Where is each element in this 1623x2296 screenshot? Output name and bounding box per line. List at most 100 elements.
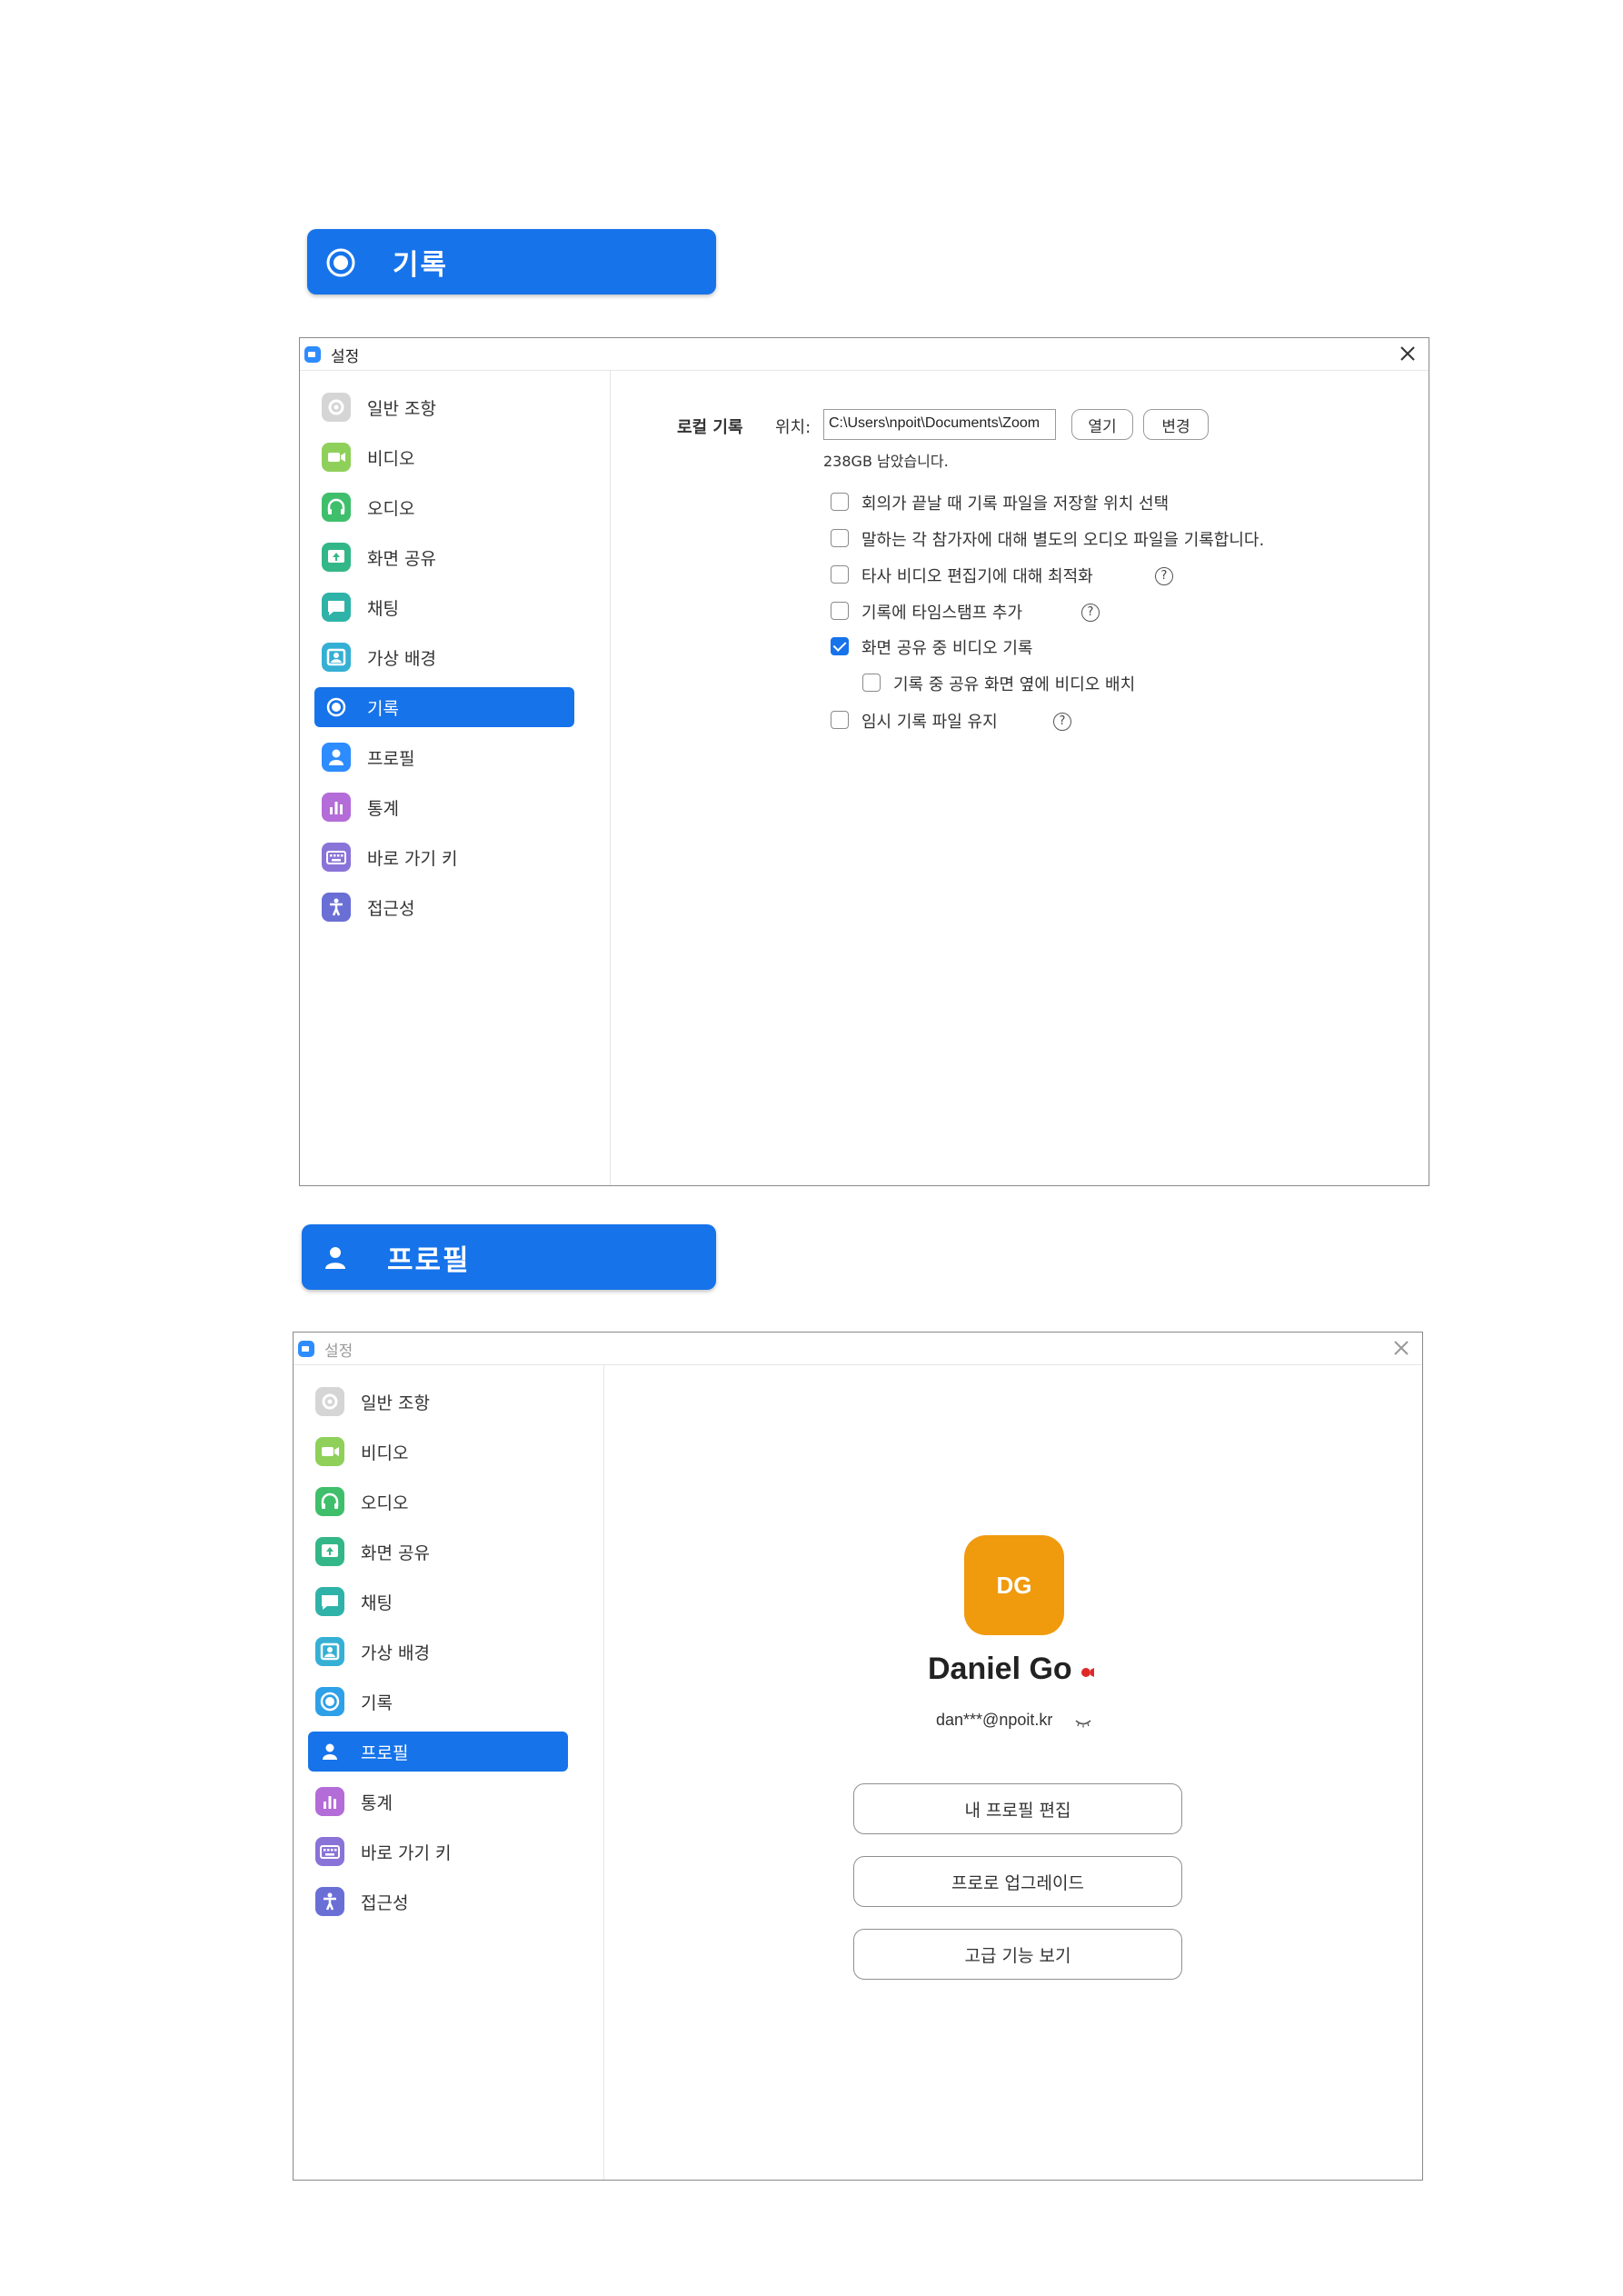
upgrade-pro-button[interactable]: 프로로 업그레이드 bbox=[853, 1856, 1182, 1907]
sidebar-item-video[interactable]: 비디오 bbox=[314, 437, 574, 477]
chat-icon bbox=[315, 1587, 344, 1616]
keyboard-icon bbox=[315, 1837, 344, 1866]
sidebar-item-label: 오디오 bbox=[367, 499, 415, 519]
sidebar-item-chat[interactable]: 채팅 bbox=[308, 1582, 568, 1622]
option-label: 임시 기록 파일 유지 bbox=[861, 713, 998, 732]
close-icon[interactable] bbox=[1398, 344, 1418, 364]
settings-sidebar: 일반 조항비디오오디오화면 공유채팅가상 배경기록프로필통계바로 가기 키접근성 bbox=[294, 1365, 604, 2180]
recording-option[interactable]: 회의가 끝날 때 기록 파일을 저장할 위치 선택 bbox=[831, 488, 1376, 515]
help-icon[interactable]: ? bbox=[1053, 713, 1071, 731]
option-label: 기록에 타임스탬프 추가 bbox=[861, 604, 1023, 623]
sidebar-item-share-screen[interactable]: 화면 공유 bbox=[308, 1532, 568, 1572]
record-icon bbox=[326, 248, 355, 277]
sidebar-item-label: 프로필 bbox=[367, 749, 415, 769]
sidebar-item-stats[interactable]: 통계 bbox=[314, 787, 574, 827]
sidebar-item-label: 화면 공유 bbox=[361, 1543, 430, 1563]
avatar[interactable]: DG bbox=[964, 1535, 1064, 1635]
sidebar-item-video[interactable]: 비디오 bbox=[308, 1432, 568, 1472]
sidebar-item-user[interactable]: 프로필 bbox=[308, 1732, 568, 1772]
sidebar-item-gear[interactable]: 일반 조항 bbox=[314, 387, 574, 427]
sidebar-item-accessibility[interactable]: 접근성 bbox=[308, 1882, 568, 1922]
record-icon bbox=[315, 1687, 344, 1716]
user-icon bbox=[325, 1247, 345, 1269]
title-bar: 설정 bbox=[300, 338, 1429, 371]
option-label: 말하는 각 참가자에 대해 별도의 오디오 파일을 기록합니다. bbox=[861, 531, 1265, 550]
help-icon[interactable]: ? bbox=[1155, 567, 1173, 585]
close-icon[interactable] bbox=[1391, 1338, 1411, 1358]
video-icon bbox=[315, 1437, 344, 1466]
sidebar-item-label: 통계 bbox=[361, 1793, 393, 1813]
checkbox[interactable] bbox=[831, 602, 849, 620]
sidebar-item-chat[interactable]: 채팅 bbox=[314, 587, 574, 627]
eye-closed-icon[interactable] bbox=[1074, 1716, 1092, 1729]
recording-panel: 로컬 기록 위치: C:\Users\npoit\Documents\Zoom … bbox=[612, 371, 1429, 1185]
sidebar-item-label: 바로 가기 키 bbox=[367, 849, 458, 869]
share-screen-icon bbox=[322, 543, 351, 572]
headphones-icon bbox=[315, 1487, 344, 1516]
sidebar-item-share-screen[interactable]: 화면 공유 bbox=[314, 537, 574, 577]
help-icon[interactable]: ? bbox=[1081, 604, 1100, 622]
sidebar-item-label: 채팅 bbox=[367, 599, 399, 619]
sidebar-item-label: 바로 가기 키 bbox=[361, 1843, 452, 1863]
sidebar-item-keyboard[interactable]: 바로 가기 키 bbox=[308, 1832, 568, 1872]
sidebar-item-label: 일반 조항 bbox=[361, 1393, 430, 1413]
background-icon bbox=[322, 643, 351, 672]
recording-option[interactable]: 기록에 타임스탬프 추가? bbox=[831, 597, 1376, 624]
recording-path-field[interactable]: C:\Users\npoit\Documents\Zoom bbox=[823, 409, 1056, 440]
sidebar-item-background[interactable]: 가상 배경 bbox=[308, 1632, 568, 1672]
recording-option[interactable]: 기록 중 공유 화면 옆에 비디오 배치 bbox=[862, 669, 1408, 696]
sidebar-item-accessibility[interactable]: 접근성 bbox=[314, 887, 574, 927]
settings-window-recording: 설정 일반 조항비디오오디오화면 공유채팅가상 배경기록프로필통계바로 가기 키… bbox=[299, 337, 1429, 1186]
sidebar-item-label: 오디오 bbox=[361, 1493, 409, 1513]
sidebar-item-headphones[interactable]: 오디오 bbox=[314, 487, 574, 527]
stats-icon bbox=[315, 1787, 344, 1816]
sidebar-item-background[interactable]: 가상 배경 bbox=[314, 637, 574, 677]
open-button[interactable]: 열기 bbox=[1071, 409, 1133, 440]
sidebar-item-record[interactable]: 기록 bbox=[314, 687, 574, 727]
sidebar-item-label: 기록 bbox=[367, 699, 399, 719]
option-label: 기록 중 공유 화면 옆에 비디오 배치 bbox=[893, 675, 1136, 694]
advanced-features-button[interactable]: 고급 기능 보기 bbox=[853, 1929, 1182, 1980]
sidebar-item-stats[interactable]: 통계 bbox=[308, 1782, 568, 1822]
settings-window-profile: 설정 일반 조항 비디오 오디오 화면 공유 채팅 가상 배경 기록 프로필 통계 바로 가기 키… bbox=[293, 1332, 1423, 2181]
sidebar-item-record[interactable]: 기록 bbox=[308, 1682, 568, 1722]
checkbox[interactable] bbox=[831, 565, 849, 584]
sidebar-item-label: 접근성 bbox=[367, 899, 415, 919]
checkbox[interactable] bbox=[831, 529, 849, 547]
checkbox[interactable] bbox=[862, 674, 881, 692]
recording-option[interactable]: 말하는 각 참가자에 대해 별도의 오디오 파일을 기록합니다. bbox=[831, 524, 1376, 552]
zoom-app-icon bbox=[298, 1341, 314, 1357]
sidebar-item-label: 접근성 bbox=[361, 1893, 409, 1913]
recording-option[interactable]: 화면 공유 중 비디오 기록 bbox=[831, 633, 1376, 660]
sidebar-item-gear[interactable]: 일반 조항 bbox=[308, 1382, 568, 1422]
accessibility-icon bbox=[315, 1887, 344, 1916]
user-icon bbox=[322, 743, 351, 772]
chat-icon bbox=[322, 593, 351, 622]
checkbox[interactable] bbox=[831, 493, 849, 511]
section-title: 기록 bbox=[393, 249, 449, 282]
window-title: 설정 bbox=[331, 348, 360, 366]
sidebar-item-label: 기록 bbox=[361, 1693, 393, 1713]
location-label: 위치: bbox=[775, 418, 812, 437]
sidebar-item-label: 프로필 bbox=[361, 1743, 409, 1763]
share-screen-icon bbox=[315, 1537, 344, 1566]
option-label: 타사 비디오 편집기에 대해 최적화 bbox=[861, 567, 1093, 586]
gear-icon bbox=[315, 1387, 344, 1416]
sidebar-item-headphones[interactable]: 오디오 bbox=[308, 1482, 568, 1522]
video-icon bbox=[322, 443, 351, 472]
accessibility-icon bbox=[322, 893, 351, 922]
sidebar-item-label: 가상 배경 bbox=[361, 1643, 430, 1663]
recording-option[interactable]: 임시 기록 파일 유지? bbox=[831, 706, 1376, 734]
checkbox[interactable] bbox=[831, 711, 849, 729]
recording-option[interactable]: 타사 비디오 편집기에 대해 최적화? bbox=[831, 561, 1376, 588]
sidebar-item-user[interactable]: 프로필 bbox=[314, 737, 574, 777]
sidebar-item-keyboard[interactable]: 바로 가기 키 bbox=[314, 837, 574, 877]
change-button[interactable]: 변경 bbox=[1143, 409, 1209, 440]
edit-profile-button[interactable]: 내 프로필 편집 bbox=[853, 1783, 1182, 1834]
recording-dot-icon bbox=[1081, 1668, 1094, 1677]
checkbox[interactable] bbox=[831, 637, 849, 655]
sidebar-item-label: 가상 배경 bbox=[367, 649, 436, 669]
user-icon bbox=[323, 1743, 337, 1760]
record-icon bbox=[326, 697, 346, 717]
profile-email: dan***@npoit.kr bbox=[936, 1711, 1053, 1729]
